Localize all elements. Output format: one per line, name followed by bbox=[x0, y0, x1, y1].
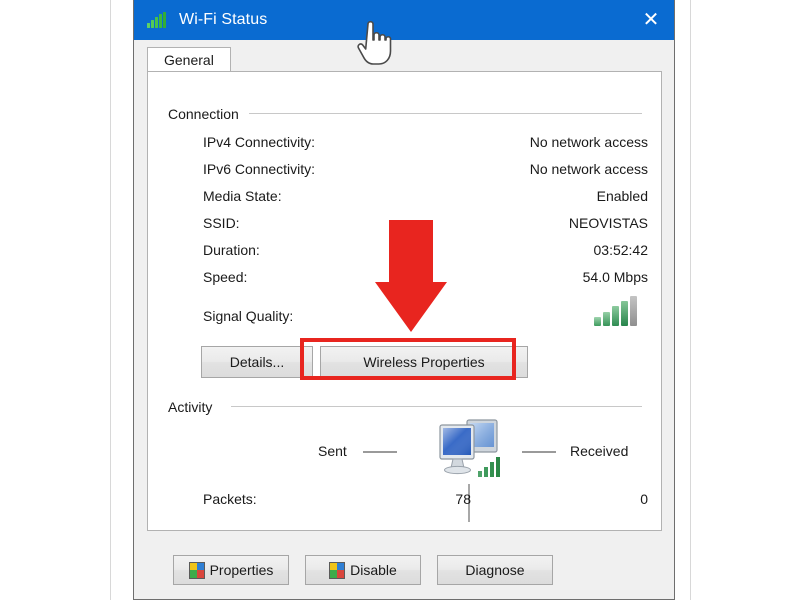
received-label: Received bbox=[570, 443, 629, 459]
disable-button-label: Disable bbox=[350, 562, 397, 578]
network-computers-icon bbox=[434, 414, 510, 491]
row-label: Signal Quality: bbox=[203, 308, 294, 324]
window-title: Wi-Fi Status bbox=[179, 11, 268, 28]
row-label: Media State: bbox=[203, 188, 282, 204]
row-value: NEOVISTAS bbox=[568, 215, 648, 231]
row-value: No network access bbox=[529, 134, 648, 150]
row-media-state: Media State: Enabled bbox=[203, 188, 648, 208]
activity-group-label: Activity bbox=[168, 399, 220, 415]
row-value: Enabled bbox=[596, 188, 648, 204]
page-divider-left bbox=[110, 0, 111, 600]
row-ipv4-connectivity: IPv4 Connectivity: No network access bbox=[203, 134, 648, 154]
wifi-signal-icon bbox=[147, 12, 169, 28]
activity-group-divider bbox=[231, 406, 642, 407]
uac-shield-icon bbox=[188, 561, 205, 579]
red-arrow-annotation bbox=[373, 220, 449, 339]
properties-button[interactable]: Properties bbox=[173, 555, 289, 585]
received-dash bbox=[522, 451, 556, 453]
connection-group-divider bbox=[249, 113, 642, 114]
close-icon[interactable]: ✕ bbox=[628, 0, 674, 40]
wireless-properties-button[interactable]: Wireless Properties bbox=[320, 346, 528, 378]
row-label: Speed: bbox=[203, 269, 248, 285]
window-titlebar: Wi-Fi Status ✕ bbox=[134, 0, 674, 40]
connection-group-label: Connection bbox=[168, 106, 246, 122]
details-button[interactable]: Details... bbox=[201, 346, 313, 378]
packets-received-value: 0 bbox=[640, 491, 648, 507]
diagnose-button[interactable]: Diagnose bbox=[437, 555, 553, 585]
tab-strip: General bbox=[134, 40, 674, 72]
screenshot-root: Wi-Fi Status ✕ General Connection IPv4 C… bbox=[0, 0, 800, 600]
disable-button[interactable]: Disable bbox=[305, 555, 421, 585]
row-label: IPv4 Connectivity: bbox=[203, 134, 316, 150]
tab-general[interactable]: General bbox=[147, 47, 231, 72]
row-ipv6-connectivity: IPv6 Connectivity: No network access bbox=[203, 161, 648, 181]
row-value: 03:52:42 bbox=[593, 242, 649, 258]
sent-label: Sent bbox=[318, 443, 347, 459]
row-value: No network access bbox=[529, 161, 648, 177]
properties-button-label: Properties bbox=[209, 562, 274, 578]
row-value: 54.0 Mbps bbox=[582, 269, 648, 285]
signal-quality-bars-icon bbox=[594, 296, 642, 326]
packets-sent-value: 78 bbox=[455, 491, 471, 507]
packets-label: Packets: bbox=[203, 491, 257, 507]
uac-shield-icon bbox=[329, 561, 346, 579]
row-label: IPv6 Connectivity: bbox=[203, 161, 316, 177]
page-divider-right bbox=[690, 0, 691, 600]
row-label: SSID: bbox=[203, 215, 240, 231]
sent-dash bbox=[363, 451, 397, 453]
row-label: Duration: bbox=[203, 242, 260, 258]
row-packets: Packets: 78 0 bbox=[203, 491, 648, 511]
pointing-hand-cursor bbox=[355, 18, 395, 71]
